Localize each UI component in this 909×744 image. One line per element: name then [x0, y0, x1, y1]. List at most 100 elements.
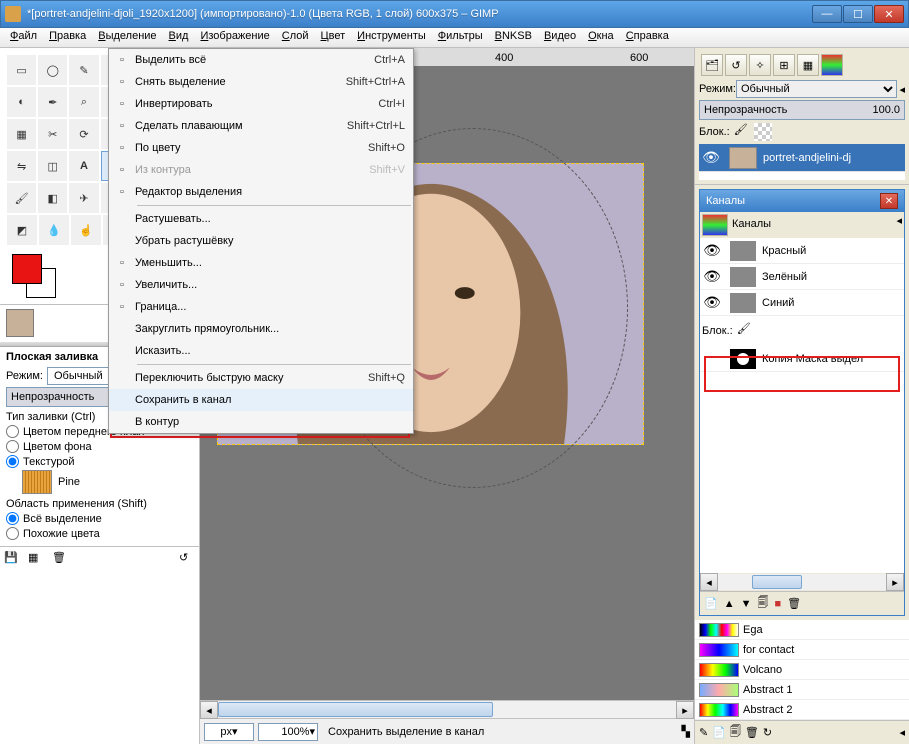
layer-visibility-icon[interactable]: 👁 — [699, 149, 723, 166]
chan-scroll-left[interactable]: ◂ — [700, 573, 718, 591]
menu-item-выделить-вс-[interactable]: ▫Выделить всёCtrl+A — [109, 49, 413, 71]
gradient-row[interactable]: for contact — [695, 640, 909, 660]
channels-tab-icon[interactable] — [821, 54, 843, 76]
menu-вид[interactable]: Вид — [163, 28, 195, 47]
undo-history-icon[interactable]: ↺ — [725, 54, 747, 76]
menu-слой[interactable]: Слой — [276, 28, 315, 47]
scrollbar-h[interactable]: ◂ ▸ — [200, 700, 694, 718]
menu-файл[interactable]: Файл — [4, 28, 43, 47]
menu-item-снять-выделение[interactable]: ▫Снять выделениеShift+Ctrl+A — [109, 71, 413, 93]
channel-green[interactable]: 👁Зелёный — [700, 264, 904, 290]
gradient-row[interactable]: Abstract 2 — [695, 700, 909, 720]
eraser-tool[interactable]: ◧ — [38, 183, 67, 213]
domain-similar-radio[interactable] — [6, 527, 19, 540]
paintbrush-tool[interactable]: 🖌 — [7, 183, 36, 213]
perspective-clone-tool[interactable]: ◩ — [7, 215, 37, 245]
align-tool[interactable]: ▦ — [7, 119, 36, 149]
chan-dup-icon[interactable]: 🗐 — [757, 594, 768, 613]
chan-new-icon[interactable]: 📄 — [704, 597, 718, 610]
layer-name[interactable]: portret-andjelini-dj — [763, 152, 905, 164]
menu-цвет[interactable]: Цвет — [315, 28, 352, 47]
channels-config-icon[interactable]: ◂ — [896, 214, 902, 236]
scroll-thumb[interactable] — [218, 702, 493, 717]
chan-del-icon[interactable]: 🗑 — [787, 597, 801, 610]
grad-new-icon[interactable]: 📄 — [712, 726, 726, 739]
open-image-thumb[interactable] — [6, 309, 34, 337]
layers-tab-icon[interactable]: 🗂 — [701, 54, 723, 76]
menu-item-увеличить-[interactable]: ▫Увеличить... — [109, 274, 413, 296]
restore-options-icon[interactable]: ▦ — [28, 551, 44, 567]
menu-item-уменьшить-[interactable]: ▫Уменьшить... — [109, 252, 413, 274]
menu-item-по-цвету[interactable]: ▫По цветуShift+O — [109, 137, 413, 159]
pattern-thumb[interactable] — [22, 470, 52, 494]
channel-mask-row[interactable]: Копия Маска выдел — [700, 346, 904, 372]
menu-изображение[interactable]: Изображение — [194, 28, 275, 47]
foreground-select-tool[interactable]: ◐ — [7, 87, 36, 117]
fill-bg-radio[interactable] — [6, 440, 19, 453]
grad-refresh-icon[interactable]: ↻ — [763, 726, 772, 739]
airbrush-tool[interactable]: ✈ — [69, 183, 98, 213]
fill-pattern-radio[interactable] — [6, 455, 19, 468]
channel-blue[interactable]: 👁Синий — [700, 290, 904, 316]
chan-down-icon[interactable]: ▼ — [741, 598, 752, 610]
channels-tab-button[interactable] — [702, 214, 728, 236]
crop-tool[interactable]: ✂ — [38, 119, 67, 149]
ellipse-select-tool[interactable]: ◯ — [38, 55, 67, 85]
menu-item-сделать-плавающим[interactable]: ▫Сделать плавающимShift+Ctrl+L — [109, 115, 413, 137]
lock-alpha-icon[interactable] — [754, 123, 772, 141]
tab4-icon[interactable]: ⊞ — [773, 54, 795, 76]
color-swatch[interactable] — [12, 254, 62, 298]
menu-фильтры[interactable]: Фильтры — [432, 28, 489, 47]
maximize-button[interactable]: ☐ — [843, 5, 873, 23]
scroll-right-button[interactable]: ▸ — [676, 701, 694, 719]
grad-del-icon[interactable]: 🗑 — [745, 726, 759, 739]
menu-справка[interactable]: Справка — [620, 28, 675, 47]
fg-color[interactable] — [12, 254, 42, 284]
menu-видео[interactable]: Видео — [538, 28, 582, 47]
chan-up-icon[interactable]: ▲ — [724, 598, 735, 610]
scroll-left-button[interactable]: ◂ — [200, 701, 218, 719]
rotate-tool[interactable]: ⟳ — [69, 119, 98, 149]
delete-options-icon[interactable]: 🗑 — [52, 551, 68, 567]
blur-tool[interactable]: 💧 — [39, 215, 69, 245]
menu-item-редактор-выделения[interactable]: ▫Редактор выделения — [109, 181, 413, 203]
unit-select[interactable]: px ▾ — [204, 723, 254, 741]
menu-выделение[interactable]: Выделение — [92, 28, 162, 47]
lock-paint-icon[interactable]: 🖌 — [734, 123, 752, 141]
menu-окна[interactable]: Окна — [582, 28, 620, 47]
lasso-tool[interactable]: ✎ — [69, 55, 98, 85]
minimize-button[interactable]: — — [812, 5, 842, 23]
menu-item-исказить-[interactable]: Исказить... — [109, 340, 413, 362]
paths-tab-icon[interactable]: ✧ — [749, 54, 771, 76]
menubar[interactable]: ФайлПравкаВыделениеВидИзображениеСлойЦве… — [0, 28, 909, 48]
domain-all-radio[interactable] — [6, 512, 19, 525]
gradient-row[interactable]: Volcano — [695, 660, 909, 680]
layer-row[interactable]: 👁 portret-andjelini-dj — [699, 144, 905, 172]
reset-options-icon[interactable]: ↺ — [179, 551, 195, 567]
chan-scroll-right[interactable]: ▸ — [886, 573, 904, 591]
flip-tool[interactable]: ⇋ — [7, 151, 36, 181]
tab5-icon[interactable]: ▦ — [797, 54, 819, 76]
zoom-select[interactable]: 100% ▾ — [258, 723, 318, 741]
grad-config-icon[interactable]: ◂ — [899, 726, 905, 739]
menu-item-в-контур[interactable]: В контур — [109, 411, 413, 433]
save-options-icon[interactable]: 💾 — [4, 551, 20, 567]
config-button[interactable]: ◂ — [899, 83, 905, 96]
close-button[interactable]: ✕ — [874, 5, 904, 23]
grad-dup-icon[interactable]: 🗐 — [730, 723, 741, 742]
menu-bnksb[interactable]: BNKSB — [489, 28, 538, 47]
gradient-row[interactable]: Ega — [695, 620, 909, 640]
gradient-row[interactable]: Abstract 1 — [695, 680, 909, 700]
channel-red[interactable]: 👁Красный — [700, 238, 904, 264]
menu-item-сохранить-в-канал[interactable]: Сохранить в канал — [109, 389, 413, 411]
menu-item-растушевать-[interactable]: Растушевать... — [109, 208, 413, 230]
fill-fg-radio[interactable] — [6, 425, 19, 438]
menu-item-закруглить-прямоугольник-[interactable]: Закруглить прямоугольник... — [109, 318, 413, 340]
color-picker-tool[interactable]: ⌕ — [69, 87, 98, 117]
menu-правка[interactable]: Правка — [43, 28, 92, 47]
menu-item-инвертировать[interactable]: ▫ИнвертироватьCtrl+I — [109, 93, 413, 115]
layer-mode-select[interactable]: Обычный — [736, 80, 897, 98]
channels-close-button[interactable]: ✕ — [880, 193, 898, 209]
cage-tool[interactable]: ◫ — [38, 151, 67, 181]
grad-edit-icon[interactable]: ✎ — [699, 726, 708, 739]
